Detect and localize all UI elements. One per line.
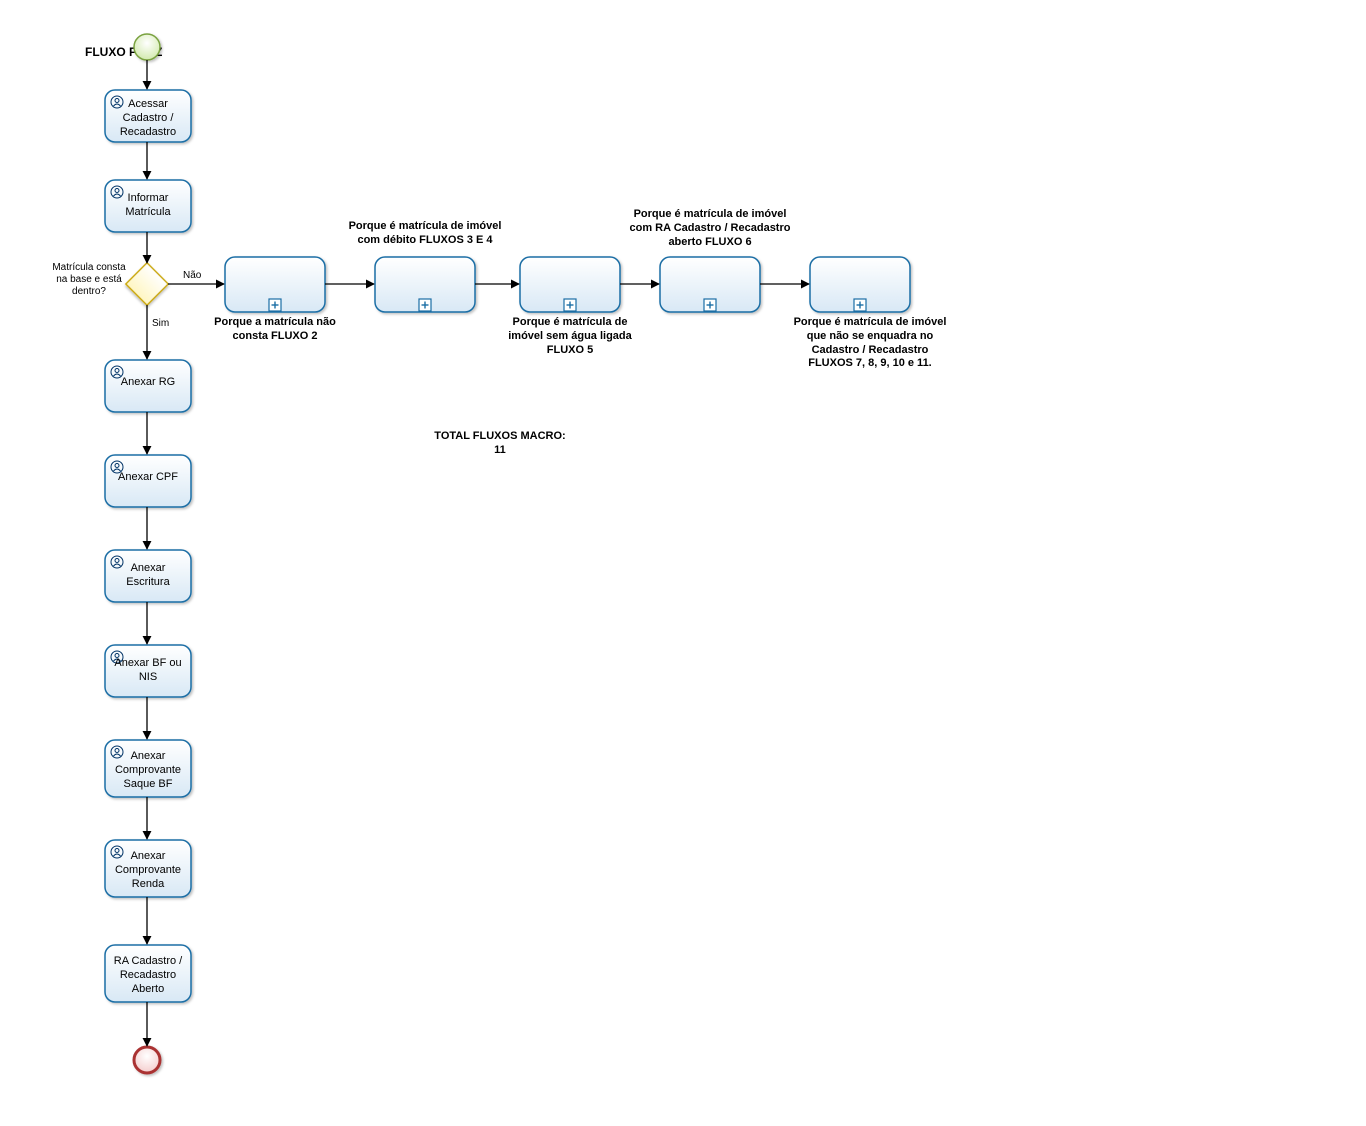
subprocess-marker-icon (704, 299, 716, 311)
task-acessar-cadastro: Acessar Cadastro / Recadastro (105, 90, 191, 142)
task-anexar-cpf: Anexar CPF (105, 455, 191, 507)
subprocess-fluxo6 (660, 257, 760, 312)
bpmn-diagram: FLUXO FELIZ Acessar Cadastro / Recadastr… (0, 0, 1366, 1126)
start-event (134, 34, 160, 60)
task-label: Anexar Comprovante Renda (109, 850, 187, 891)
task-label: Anexar BF ou NIS (109, 657, 187, 685)
subprocess-fluxo2 (225, 257, 325, 312)
subprocess-marker-icon (564, 299, 576, 311)
task-informar-matricula: Informar Matrícula (105, 180, 191, 232)
task-label: Anexar Comprovante Saque BF (109, 750, 187, 791)
subprocess-label: Porque é matrícula de imóvel com débito … (340, 220, 510, 254)
gateway-label: Matrícula consta na base e está dentro? (50, 262, 128, 306)
end-event (134, 1047, 160, 1073)
subprocess-marker-icon (269, 299, 281, 311)
task-anexar-comp-saque: Anexar Comprovante Saque BF (105, 740, 191, 797)
edge-label-nao: Não (183, 270, 202, 281)
task-ra-aberto: RA Cadastro / Recadastro Aberto (105, 945, 191, 1002)
subprocess-fluxo5 (520, 257, 620, 312)
task-label: Anexar CPF (109, 471, 187, 485)
subprocess-label: Porque é matrícula de imóvel sem água li… (500, 316, 640, 360)
subprocess-label: Porque é matrícula de imóvel que não se … (790, 316, 950, 376)
note-total-fluxos: TOTAL FLUXOS MACRO: 11 (430, 430, 570, 464)
subprocess-fluxos-7-11 (810, 257, 910, 312)
subprocess-label: Porque é matrícula de imóvel com RA Cada… (625, 208, 795, 254)
task-label: Informar Matrícula (109, 192, 187, 220)
edge-label-sim: Sim (152, 318, 169, 329)
task-anexar-bf-nis: Anexar BF ou NIS (105, 645, 191, 697)
task-label: RA Cadastro / Recadastro Aberto (109, 955, 187, 996)
subprocess-fluxos-3-4 (375, 257, 475, 312)
task-anexar-rg: Anexar RG (105, 360, 191, 412)
task-label: Anexar RG (109, 376, 187, 390)
subprocess-marker-icon (854, 299, 866, 311)
gateway-matricula (126, 263, 168, 305)
task-label: Acessar Cadastro / Recadastro (109, 98, 187, 139)
task-anexar-comp-renda: Anexar Comprovante Renda (105, 840, 191, 897)
task-anexar-escritura: Anexar Escritura (105, 550, 191, 602)
subprocess-marker-icon (419, 299, 431, 311)
subprocess-label: Porque a matrícula não consta FLUXO 2 (210, 316, 340, 356)
task-label: Anexar Escritura (109, 562, 187, 590)
